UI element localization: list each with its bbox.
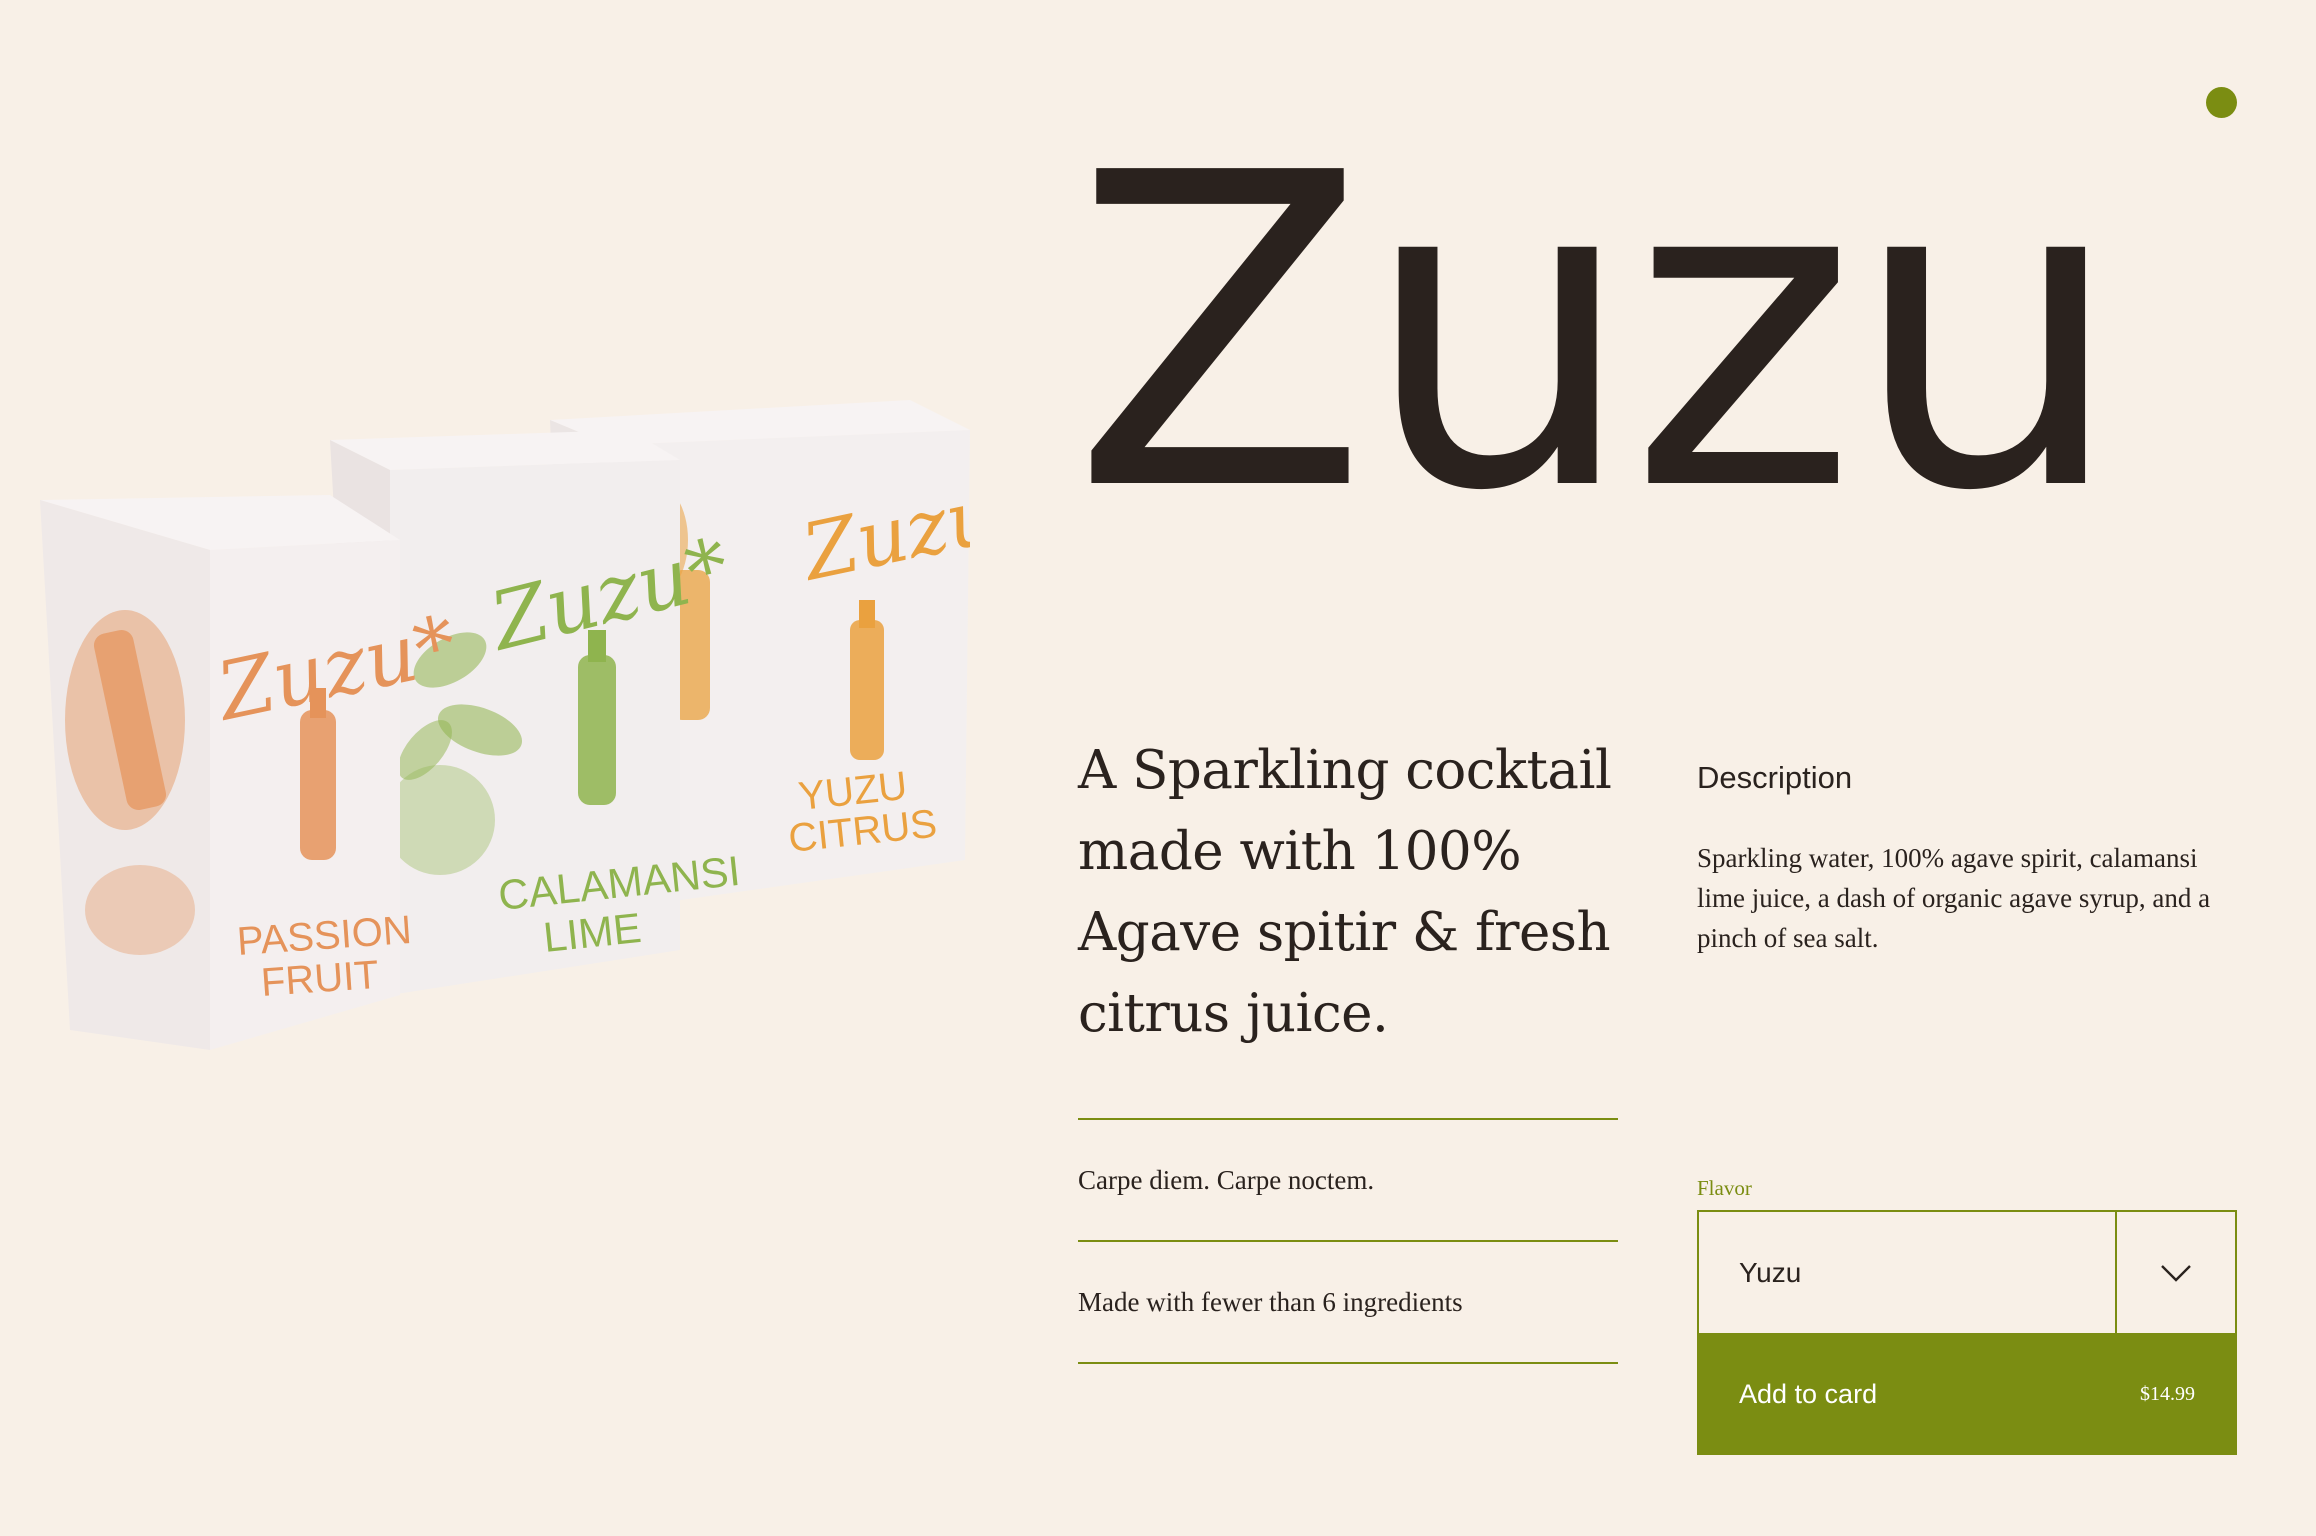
status-dot-icon (2206, 87, 2237, 118)
product-packs-illustration: Zuzu* YUZU CITRUS Zuzu* CALAMANSI LIME Z… (40, 400, 970, 1050)
feature-list: Carpe diem. Carpe noctem. Made with fewe… (1078, 1118, 1618, 1364)
product-image: Zuzu* YUZU CITRUS Zuzu* CALAMANSI LIME Z… (30, 390, 970, 1050)
flavor-selected-value[interactable]: Yuzu (1699, 1212, 2115, 1333)
description-heading: Description (1697, 760, 1853, 795)
product-tagline: A Sparkling cocktail made with 100% Agav… (1078, 740, 1612, 1044)
description-text: Sparkling water, 100% agave spirit, cala… (1697, 843, 2211, 953)
add-to-cart-button[interactable]: Add to card $14.99 (1697, 1333, 2237, 1455)
feature-item: Carpe diem. Carpe noctem. (1078, 1120, 1618, 1242)
add-to-cart-label: Add to card (1739, 1378, 1878, 1409)
flavor-label: Flavor (1697, 1176, 1752, 1200)
passion-flavor-line2: FRUIT (260, 953, 381, 1005)
flavor-select[interactable]: Yuzu (1697, 1210, 2237, 1335)
feature-item: Made with fewer than 6 ingredients (1078, 1242, 1618, 1364)
brand-title: Zuzu (1072, 82, 2124, 585)
chevron-down-icon (2161, 1264, 2191, 1282)
product-price: $14.99 (2140, 1382, 2195, 1405)
flavor-dropdown-toggle[interactable] (2115, 1212, 2235, 1333)
